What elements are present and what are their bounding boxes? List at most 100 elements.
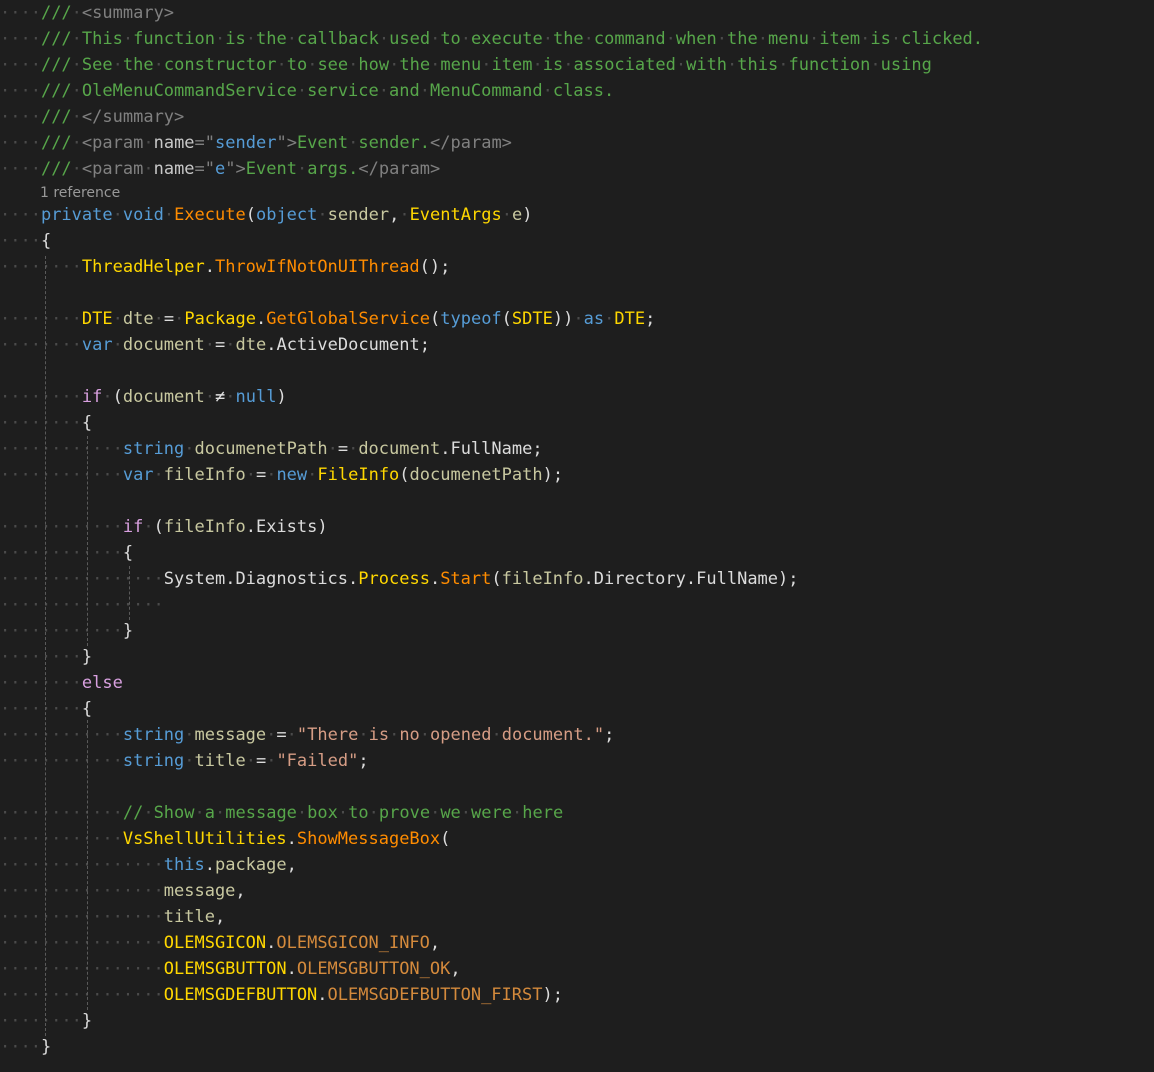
code-token: new [276,465,308,485]
code-token: message [194,725,267,745]
indent-whitespace: ···· [0,205,41,225]
indent-whitespace: ················ [0,855,164,875]
code-token: if [122,517,144,537]
code-line: ········var·document·=·dte.ActiveDocumen… [0,332,430,358]
code-token: "There [296,725,359,745]
code-token: =" [194,159,216,179]
code-token: as [583,309,605,329]
code-token: documenetPath [409,465,543,485]
code-token: · [583,29,594,49]
code-line: ············var·fileInfo·=·new·FileInfo(… [0,462,563,488]
code-line: ····///·<param·name="e">Event·args.</par… [0,156,440,182]
code-token: · [204,335,215,355]
code-line: ················OLEMSGBUTTON.OLEMSGBUTTO… [0,956,461,982]
code-token: ( [399,465,410,485]
indent-whitespace: ········ [0,413,82,433]
code-line: ············{ [0,540,133,566]
code-token: ShowMessageBox [296,829,441,849]
code-token: · [296,159,308,179]
code-token: · [102,387,113,407]
code-token: we [440,803,461,823]
code-token: ) [276,387,287,407]
code-token: menu [768,29,809,49]
code-token: · [512,803,523,823]
code-token: sender. [358,133,431,153]
code-token: null [235,387,277,407]
code-token: · [153,55,164,75]
code-token: </param> [358,159,441,179]
code-token: e [215,159,226,179]
code-token: · [430,55,441,75]
indent-whitespace: ················ [0,881,164,901]
code-token: "Failed" [276,751,359,771]
code-token: Package [184,309,256,329]
code-token: Event [296,133,349,153]
code-token: Directory [593,569,686,589]
code-token: . [245,517,256,537]
code-editor[interactable]: 1 reference ····///·<summary> ····///·Thi… [0,0,1154,1072]
code-token: · [215,803,226,823]
code-token: fileInfo [501,569,584,589]
code-token: <param [81,133,144,153]
code-token: · [112,335,123,355]
code-token: document [358,439,441,459]
code-token: · [286,725,297,745]
code-token: VsShellUtilities [122,829,287,849]
code-token: documenetPath [194,439,328,459]
code-token: var [122,465,154,485]
indent-whitespace: ············ [0,829,123,849]
code-token: ); [542,465,564,485]
code-token: (); [419,257,451,277]
code-token: here [522,803,564,823]
code-line: ········{ [0,410,92,436]
indent-whitespace: ···· [0,29,41,49]
code-token: · [143,517,154,537]
code-token: · [71,159,82,179]
code-line: ············string·documenetPath·=·docum… [0,436,543,462]
code-token: · [143,803,154,823]
code-token: · [245,465,256,485]
code-token: · [337,803,349,823]
code-line: ············VsShellUtilities.ShowMessage… [0,826,450,852]
code-token: the [122,55,154,75]
code-line: ········else [0,670,123,696]
code-token: OLEMSGBUTTON_OK [296,959,451,979]
code-token: command [593,29,666,49]
code-line: ····private·void·Execute(object·sender,·… [0,202,532,228]
code-token: item [819,29,861,49]
code-token: · [112,309,123,329]
code-token: box [307,803,338,823]
code-token: · [153,465,164,485]
indent-whitespace: ············ [0,803,123,823]
code-line: ····///·OleMenuCommandService·service·an… [0,78,614,104]
code-token: } [40,1037,52,1057]
indent-whitespace: ········ [0,673,82,693]
indent-whitespace: ···· [0,231,41,251]
code-line: ····///·<summary> [0,0,174,26]
indent-whitespace: ················ [0,933,164,953]
code-token: ( [501,309,512,329]
code-token: Show [153,803,195,823]
code-token: ( [112,387,123,407]
code-token: is [368,725,390,745]
code-token: ≠ [215,387,226,407]
indent-guide [87,436,88,646]
code-token: sender [327,205,390,225]
code-line: ········} [0,1008,92,1034]
code-token: · [419,725,431,745]
code-token: this [737,55,779,75]
code-token: constructor [163,55,277,75]
code-token: execute [471,29,543,49]
indent-whitespace: ········ [0,309,82,329]
codelens-references[interactable]: 1 reference [40,183,120,203]
code-token: . [440,439,451,459]
code-token: Diagnostics [235,569,349,589]
code-token: · [501,205,512,225]
indent-whitespace: ···· [0,3,41,23]
code-token: · [153,309,164,329]
code-token: service [307,81,379,101]
code-token: OLEMSGDEFBUTTON [163,985,318,1005]
code-token: · [266,751,277,771]
code-token: · [542,81,553,101]
code-token: · [563,55,574,75]
